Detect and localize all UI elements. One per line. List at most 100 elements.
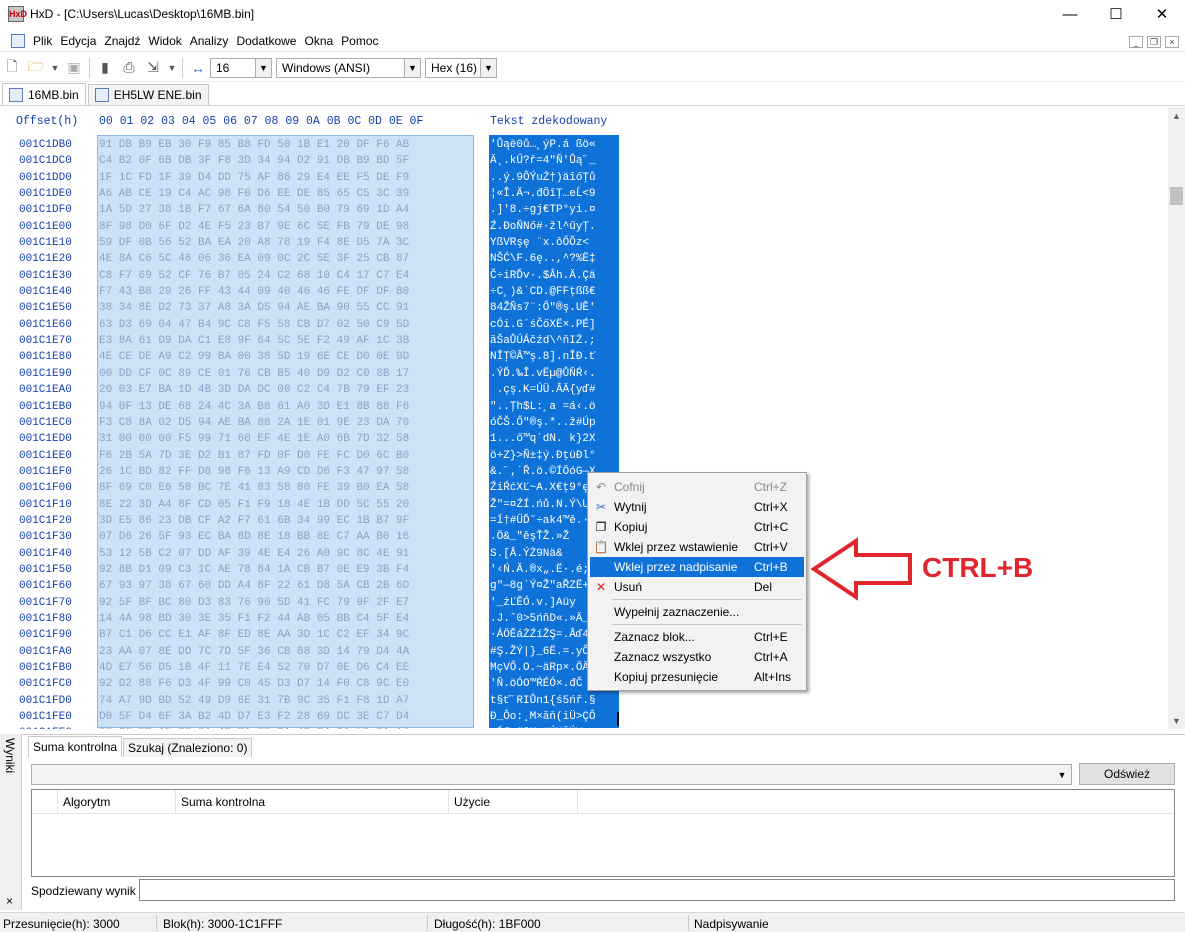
- context-menu-item-kopiuj[interactable]: ❐ Kopiuj Ctrl+C: [590, 517, 804, 537]
- minimize-button[interactable]: —: [1047, 0, 1093, 28]
- context-menu-item-wklej-przez-wstawienie[interactable]: 📋 Wklej przez wstawienie Ctrl+V: [590, 537, 804, 557]
- menu-item-label: Kopiuj przesunięcie: [614, 670, 719, 684]
- maximize-button[interactable]: ☐: [1093, 0, 1139, 28]
- results-side-tab[interactable]: Wyniki ×: [0, 734, 22, 910]
- scissors-icon: ✂: [595, 500, 607, 514]
- status-bar: Przesunięcie(h): 3000 Blok(h): 3000-1C1F…: [0, 912, 1185, 932]
- expected-result-input[interactable]: [139, 879, 1175, 901]
- table-header-algorithm[interactable]: Algorytm: [59, 790, 176, 813]
- text-row: .ÝĎ.‰Î.vËµ@ŮŇŔ‹.: [490, 367, 596, 380]
- chevron-down-icon[interactable]: ▼: [1053, 765, 1071, 784]
- offset-row: 001C1F60: [19, 580, 72, 593]
- offset-row: 001C1E50: [19, 302, 72, 315]
- offset-row: 001C1F10: [19, 498, 72, 511]
- table-header-checksum[interactable]: Suma kontrolna: [177, 790, 449, 813]
- refresh-button[interactable]: Odśwież: [1079, 763, 1175, 785]
- algorithm-select[interactable]: ▼: [31, 764, 1072, 785]
- context-menu-item-zaznacz-wszystko[interactable]: Zaznacz wszystko Ctrl+A: [590, 647, 804, 667]
- open-folder-icon[interactable]: 🗁: [26, 58, 46, 78]
- hex-column[interactable]: 91 DB B9 EB 30 F9 85 B8 FD 50 1B E1 20 D…: [99, 137, 472, 729]
- context-menu-item-wklej-przez-nadpisanie[interactable]: Wklej przez nadpisanie Ctrl+B: [590, 557, 804, 577]
- offset-row: 001C1FF0: [19, 725, 72, 729]
- new-file-icon[interactable]: 🗋: [2, 58, 22, 78]
- vertical-scrollbar[interactable]: ▲ ▼: [1168, 107, 1185, 729]
- mdi-close-icon[interactable]: ×: [1165, 36, 1179, 48]
- menu-item-shortcut: Alt+Ins: [754, 670, 792, 684]
- export-dropdown-icon[interactable]: ▼: [167, 58, 177, 78]
- offset-base-select[interactable]: Hex (16) ▼: [425, 57, 497, 78]
- menu-okna[interactable]: Okna: [300, 34, 337, 48]
- menu-edycja[interactable]: Edycja: [56, 34, 100, 48]
- hex-row: 94 0F 13 DE 68 24 4C 3A B8 61 A0 3D E1 8…: [99, 400, 410, 413]
- hex-row: 4D E7 56 D5 1B 4F 11 7E E4 52 70 D7 0E D…: [99, 662, 410, 674]
- chevron-down-icon[interactable]: ▼: [404, 58, 420, 77]
- copy-icon: ❐: [595, 520, 607, 534]
- offset-row: 001C1FE0: [19, 711, 72, 724]
- document-icon[interactable]: [11, 33, 25, 48]
- text-row: ..ý.9ÔÝuŻ†)äîőŢů: [490, 171, 596, 184]
- menu-widok[interactable]: Widok: [144, 34, 185, 48]
- context-menu-item-wypełnij-zaznaczenie[interactable]: Wypełnij zaznaczenie...: [590, 602, 804, 622]
- menu-pomoc[interactable]: Pomoc: [337, 34, 382, 48]
- close-icon[interactable]: ×: [6, 894, 13, 908]
- menu-item-label: Zaznacz blok...: [614, 630, 695, 644]
- expected-result-label: Spodziewany wynik: [31, 884, 136, 898]
- hxd-window: HxD HxD - [C:\Users\Lucas\Desktop\16MB.b…: [0, 0, 1185, 932]
- menu-analizy[interactable]: Analizy: [186, 34, 233, 48]
- text-row: YßVRşę ¨x.ôŐÕz<: [490, 237, 590, 250]
- menu-item-shortcut: Ctrl+V: [754, 540, 788, 554]
- scroll-thumb[interactable]: [1170, 187, 1183, 205]
- title-bar: HxD HxD - [C:\Users\Lucas\Desktop\16MB.b…: [0, 0, 1185, 28]
- context-menu-item-usuń[interactable]: ✕ Usuń Del: [590, 577, 804, 597]
- hex-row: 8E 22 3D A4 8F CD 05 F1 F9 18 4E 1B DD 5…: [99, 498, 410, 511]
- hex-row: 92 5F BF BC 80 D3 83 76 90 5D 41 FC 79 9…: [99, 596, 410, 609]
- offset-row: 001C1EF0: [19, 465, 72, 478]
- offset-row: 001C1F20: [19, 514, 72, 527]
- open-dropdown-icon[interactable]: ▼: [50, 58, 60, 78]
- charset-select[interactable]: Windows (ANSI) ▼: [276, 57, 421, 78]
- chevron-down-icon[interactable]: ▼: [480, 58, 496, 77]
- results-side-label: Wyniki: [3, 738, 17, 774]
- tab-checksum[interactable]: Suma kontrolna: [28, 736, 123, 757]
- tab-search[interactable]: Szukaj (Znaleziono: 0): [123, 738, 253, 757]
- offset-base-value: Hex (16): [431, 60, 478, 75]
- offset-row: 001C1DF0: [19, 204, 72, 217]
- print-icon[interactable]: ⎙: [119, 58, 139, 78]
- menu-item-shortcut: Ctrl+B: [754, 560, 788, 574]
- mdi-minimize-icon[interactable]: _: [1129, 36, 1143, 48]
- chevron-down-icon[interactable]: ▼: [255, 58, 271, 77]
- hex-row: 91 DB B9 EB 30 F9 85 B8 FD 50 1B E1 20 D…: [99, 139, 410, 151]
- offset-row: 001C1F30: [19, 531, 72, 544]
- menu-plik[interactable]: Plik: [29, 34, 56, 48]
- bookmark-icon[interactable]: ▮: [95, 58, 115, 78]
- tab-16mb-bin[interactable]: 16MB.bin: [2, 83, 86, 105]
- text-row: ¦«Î.Ä¬.đÖîŢ…eĹ<9: [490, 188, 596, 201]
- scroll-down-icon[interactable]: ▼: [1168, 712, 1185, 729]
- text-row: NŠĆ\F.6ę..,^?%Ë‡: [490, 253, 596, 266]
- resize-icon: ↔: [191, 59, 205, 76]
- menu-dodatkowe[interactable]: Dodatkowe: [232, 34, 300, 48]
- export-icon[interactable]: ⇲: [143, 58, 163, 78]
- context-menu-item-wytnij[interactable]: ✂ Wytnij Ctrl+X: [590, 497, 804, 517]
- offset-row: 001C1F00: [19, 482, 72, 495]
- close-button[interactable]: ✕: [1139, 0, 1185, 28]
- offset-row: 001C1E90: [19, 367, 72, 380]
- context-menu-item-cofnij: ↶ Cofnij Ctrl+Z: [590, 477, 804, 497]
- offset-row: 001C1EB0: [19, 400, 72, 413]
- context-menu-item-zaznacz-blok[interactable]: Zaznacz blok... Ctrl+E: [590, 627, 804, 647]
- tab-eh5lw-ene-bin[interactable]: EH5LW ENE.bin: [87, 84, 209, 105]
- menu-znajdz[interactable]: Znajdź: [100, 34, 144, 48]
- mdi-restore-icon[interactable]: ❐: [1147, 36, 1161, 48]
- file-icon: [94, 88, 109, 102]
- context-menu-item-kopiuj-przesunięcie[interactable]: Kopiuj przesunięcie Alt+Ins: [590, 667, 804, 687]
- bytes-per-row-select[interactable]: 16 ▼: [210, 57, 272, 78]
- text-row: .çş.K=ÚÜ.ÂÄ{yď#: [490, 384, 596, 397]
- scroll-up-icon[interactable]: ▲: [1168, 107, 1185, 124]
- hex-row: 23 AA 07 8E DD 7C 7D 5F 36 CB 88 3D 14 7…: [99, 645, 410, 658]
- save-icon[interactable]: ▣: [64, 58, 84, 78]
- hex-editor[interactable]: Offset(h) 00 01 02 03 04 05 06 07 08 09 …: [0, 107, 1168, 729]
- hex-row: 1A 5D 27 38 1B F7 67 6A 80 54 50 B0 79 6…: [99, 204, 410, 217]
- table-header-usage[interactable]: Użycie: [450, 790, 578, 813]
- offset-row: 001C1E80: [19, 351, 72, 364]
- offset-header: Offset(h): [16, 115, 79, 128]
